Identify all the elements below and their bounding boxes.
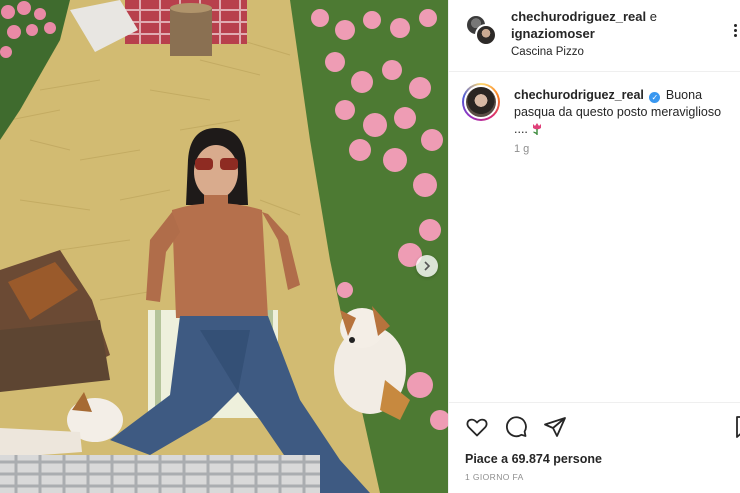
username-link[interactable]: ignaziomoser xyxy=(511,26,595,41)
chevron-right-icon xyxy=(424,261,431,271)
caption: chechurodriguez_real ✓ Buona pasqua da q… xyxy=(449,73,740,183)
conjunction-text: e xyxy=(649,9,657,24)
heart-icon[interactable] xyxy=(465,415,489,439)
likes-prefix: Piace a xyxy=(465,452,509,466)
post-header: chechurodriguez_real e ignaziomoser Casc… xyxy=(449,0,740,72)
likes-count[interactable]: Piace a 69.874 persone xyxy=(465,452,602,466)
comment-icon[interactable] xyxy=(504,415,528,439)
collab-avatars[interactable] xyxy=(465,14,499,48)
avatar[interactable] xyxy=(475,24,497,46)
bookmark-icon[interactable] xyxy=(733,415,740,439)
caption-text-block: chechurodriguez_real ✓ Buona pasqua da q… xyxy=(514,87,736,140)
action-bar xyxy=(449,402,740,450)
share-icon[interactable] xyxy=(543,415,567,439)
header-text: chechurodriguez_real e ignaziomoser Casc… xyxy=(511,8,721,60)
caption-username[interactable]: chechurodriguez_real xyxy=(514,88,644,102)
photo-scene xyxy=(0,0,448,493)
post-photo[interactable] xyxy=(0,0,448,493)
next-slide-button[interactable] xyxy=(416,255,438,277)
username-link[interactable]: chechurodriguez_real xyxy=(511,9,646,24)
post-date[interactable]: 1 GIORNO FA xyxy=(465,472,524,482)
more-options-icon[interactable] xyxy=(731,20,739,40)
avatar[interactable] xyxy=(462,83,500,121)
post-side-panel: chechurodriguez_real e ignaziomoser Casc… xyxy=(448,0,740,493)
caption-timestamp: 1 g xyxy=(514,143,530,155)
location-link[interactable]: Cascina Pizzo xyxy=(511,44,721,60)
likes-number: 69.874 xyxy=(511,452,550,466)
tulip-icon xyxy=(531,122,543,140)
likes-suffix: persone xyxy=(553,452,602,466)
verified-badge-icon: ✓ xyxy=(649,92,661,103)
